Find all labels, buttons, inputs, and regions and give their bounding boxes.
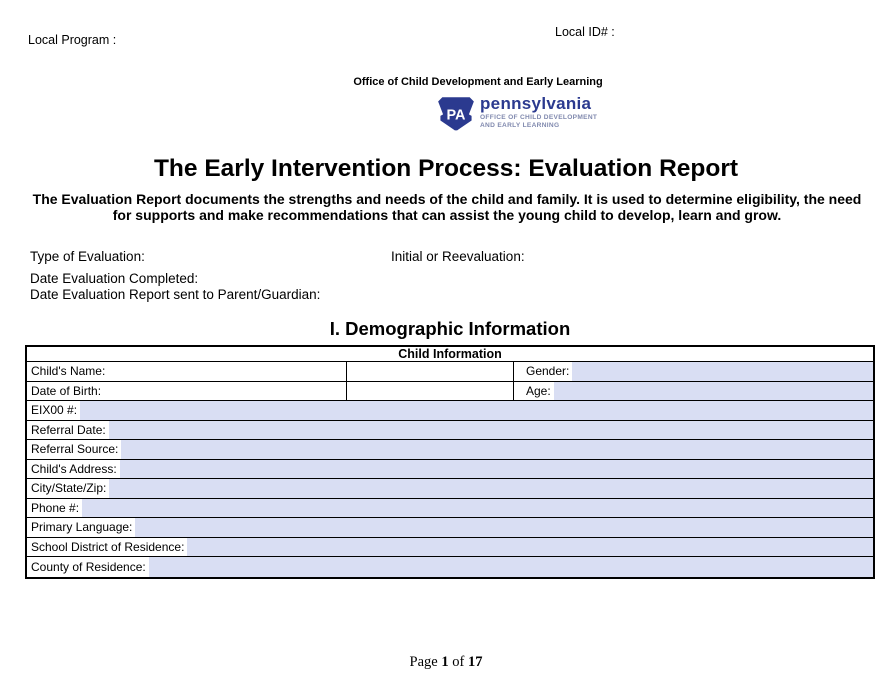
city-state-zip-field[interactable] <box>109 479 873 498</box>
date-evaluation-completed-label: Date Evaluation Completed: <box>30 271 198 286</box>
primary-language-label: Primary Language: <box>27 518 132 537</box>
referral-source-field[interactable] <box>121 440 873 459</box>
page-title: The Early Intervention Process: Evaluati… <box>0 155 892 183</box>
keystone-icon: PA <box>437 96 475 132</box>
local-program-label: Local Program : <box>28 33 116 47</box>
gender-label: Gender: <box>514 362 569 381</box>
school-district-label: School District of Residence: <box>27 538 184 557</box>
table-header-child-information: Child Information <box>27 347 873 362</box>
county-of-residence-field[interactable] <box>149 557 873 577</box>
type-of-evaluation-value[interactable] <box>149 252 269 264</box>
type-of-evaluation-row: Type of Evaluation: <box>30 249 269 264</box>
document-page: Local Program : Local ID# : Office of Ch… <box>0 0 892 688</box>
table-row-referral-source: Referral Source: <box>27 440 873 460</box>
gender-field[interactable] <box>572 362 873 381</box>
childs-address-field[interactable] <box>120 460 873 479</box>
local-id-row: Local ID# : <box>555 25 738 39</box>
phone-label: Phone #: <box>27 499 79 518</box>
initial-or-reevaluation-row: Initial or Reevaluation: <box>391 249 648 264</box>
age-field[interactable] <box>554 382 873 401</box>
office-heading: Office of Child Development and Early Le… <box>64 76 892 88</box>
local-id-label: Local ID# : <box>555 25 615 39</box>
table-row-county-of-residence: County of Residence: <box>27 557 873 577</box>
referral-date-label: Referral Date: <box>27 421 106 440</box>
primary-language-field[interactable] <box>135 518 873 537</box>
table-row-phone: Phone #: <box>27 499 873 519</box>
referral-source-label: Referral Source: <box>27 440 118 459</box>
date-report-sent-label: Date Evaluation Report sent to Parent/Gu… <box>30 287 320 302</box>
local-program-row: Local Program : <box>28 33 240 47</box>
initial-or-reevaluation-value[interactable] <box>528 252 648 264</box>
footer-total-pages: 17 <box>468 654 483 670</box>
gender-cell: Gender: <box>514 362 873 381</box>
age-cell: Age: <box>514 382 873 401</box>
eix00-field[interactable] <box>80 401 873 420</box>
referral-date-field[interactable] <box>109 421 873 440</box>
table-row-eix00: EIX00 #: <box>27 401 873 421</box>
logo-brand-name: pennsylvania <box>480 96 597 112</box>
table-row-date-of-birth: Date of Birth: Age: <box>27 382 873 402</box>
table-row-school-district: School District of Residence: <box>27 538 873 558</box>
age-label: Age: <box>514 382 551 401</box>
childs-name-value-cell[interactable] <box>347 362 514 381</box>
phone-field[interactable] <box>82 499 873 518</box>
table-row-childs-name: Child's Name: Gender: <box>27 362 873 382</box>
table-row-referral-date: Referral Date: <box>27 421 873 441</box>
childs-address-label: Child's Address: <box>27 460 117 479</box>
school-district-field[interactable] <box>187 538 873 557</box>
date-evaluation-completed-value[interactable] <box>202 274 322 286</box>
initial-or-reevaluation-label: Initial or Reevaluation: <box>391 249 525 264</box>
logo-tagline-line1: OFFICE OF CHILD DEVELOPMENT <box>480 114 597 122</box>
page-footer: Page 1 of 17 <box>0 654 892 671</box>
logo-text-block: pennsylvania OFFICE OF CHILD DEVELOPMENT… <box>480 96 597 129</box>
logo-tagline: OFFICE OF CHILD DEVELOPMENT AND EARLY LE… <box>480 114 597 129</box>
type-of-evaluation-label: Type of Evaluation: <box>30 249 145 264</box>
date-report-sent-row: Date Evaluation Report sent to Parent/Gu… <box>30 287 444 302</box>
pennsylvania-logo: PA pennsylvania OFFICE OF CHILD DEVELOPM… <box>437 96 597 132</box>
keystone-pa-text: PA <box>447 108 467 124</box>
section-heading-demographic: I. Demographic Information <box>0 318 892 340</box>
childs-name-label: Child's Name: <box>27 362 347 381</box>
county-of-residence-label: County of Residence: <box>27 557 146 577</box>
table-row-childs-address: Child's Address: <box>27 460 873 480</box>
local-program-value[interactable] <box>120 35 240 47</box>
local-id-value[interactable] <box>618 27 738 39</box>
child-information-table: Child Information Child's Name: Gender: … <box>25 345 875 579</box>
page-subtitle: The Evaluation Report documents the stre… <box>24 191 870 223</box>
date-of-birth-label: Date of Birth: <box>27 382 347 401</box>
footer-of-word: of <box>452 654 464 670</box>
date-of-birth-value-cell[interactable] <box>347 382 514 401</box>
logo-tagline-line2: AND EARLY LEARNING <box>480 122 597 130</box>
table-row-primary-language: Primary Language: <box>27 518 873 538</box>
eix00-label: EIX00 #: <box>27 401 77 420</box>
date-evaluation-completed-row: Date Evaluation Completed: <box>30 271 322 286</box>
footer-page-number: 1 <box>441 654 448 670</box>
city-state-zip-label: City/State/Zip: <box>27 479 106 498</box>
footer-page-word: Page <box>410 654 438 670</box>
date-report-sent-value[interactable] <box>324 290 444 302</box>
table-row-city-state-zip: City/State/Zip: <box>27 479 873 499</box>
